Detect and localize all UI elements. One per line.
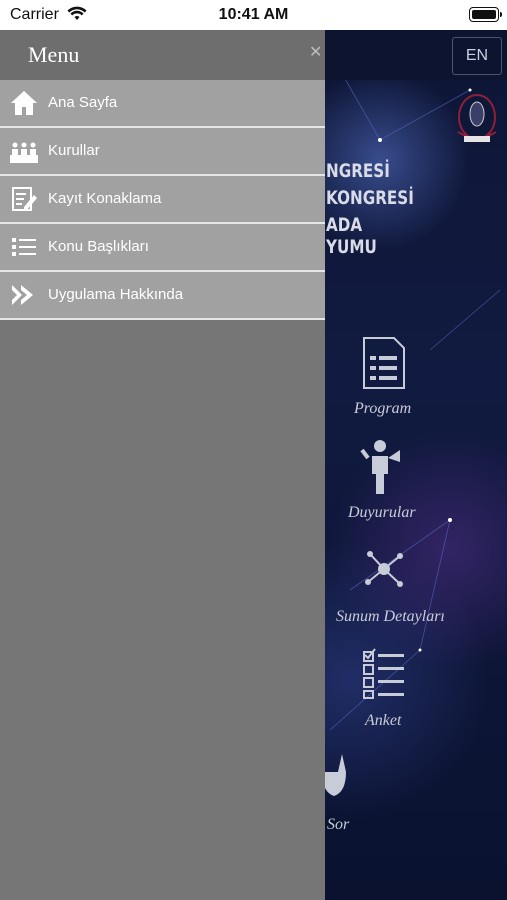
duyurular-menu-label[interactable]: Duyurular: [348, 504, 416, 522]
close-icon[interactable]: ✕: [309, 42, 322, 62]
menu-item-label: Kayıt Konaklama: [48, 190, 162, 207]
double-chevron-icon: [12, 285, 33, 305]
checklist-icon: [363, 648, 404, 699]
network-nodes-icon: [365, 551, 403, 587]
side-drawer: Menu ✕ Ana Sayfa Kurullar Kayıt Konaklam…: [0, 30, 325, 900]
menu-item-kayit-konaklama[interactable]: Kayıt Konaklama: [0, 176, 325, 224]
menu-item-konu-basliklari[interactable]: Konu Başlıkları: [0, 224, 325, 272]
menu-item-kurullar[interactable]: Kurullar: [0, 128, 325, 176]
congress-title-line3: ADA: [326, 214, 363, 236]
sunum-menu-label[interactable]: Sunum Detayları: [336, 608, 445, 626]
clock: 10:41 AM: [218, 6, 289, 23]
congress-title-line2: KONGRESİ: [326, 187, 414, 209]
congress-logo-icon: [457, 94, 497, 142]
program-document-icon: [363, 337, 405, 389]
congress-title-line4: YUMU: [326, 236, 377, 258]
drawer-menu-list: Ana Sayfa Kurullar Kayıt Konaklama Konu …: [0, 80, 325, 320]
anket-menu-label[interactable]: Anket: [365, 712, 401, 730]
menu-item-label: Konu Başlıkları: [48, 238, 149, 255]
drawer-header: Menu ✕: [0, 30, 325, 80]
menu-item-ana-sayfa[interactable]: Ana Sayfa: [0, 80, 325, 128]
home-icon: [11, 91, 37, 115]
menu-item-label: Uygulama Hakkında: [48, 286, 184, 303]
list-icon: [12, 238, 36, 256]
menu-item-label: Kurullar: [48, 142, 100, 159]
menu-item-label: Ana Sayfa: [48, 94, 118, 111]
form-edit-icon: [12, 187, 37, 211]
menu-item-uygulama-hakkinda[interactable]: Uygulama Hakkında: [0, 272, 325, 320]
language-button[interactable]: EN: [452, 37, 502, 75]
congress-title-line1: NGRESİ: [326, 160, 390, 182]
people-icon: [10, 142, 38, 163]
announcer-icon: [360, 440, 400, 494]
drawer-title: Menu: [28, 42, 80, 67]
status-bar: Carrier 10:41 AM: [0, 0, 507, 30]
battery-icon: [469, 7, 502, 22]
program-menu-label[interactable]: Program: [354, 400, 411, 418]
sor-menu-label[interactable]: Sor: [327, 816, 349, 834]
